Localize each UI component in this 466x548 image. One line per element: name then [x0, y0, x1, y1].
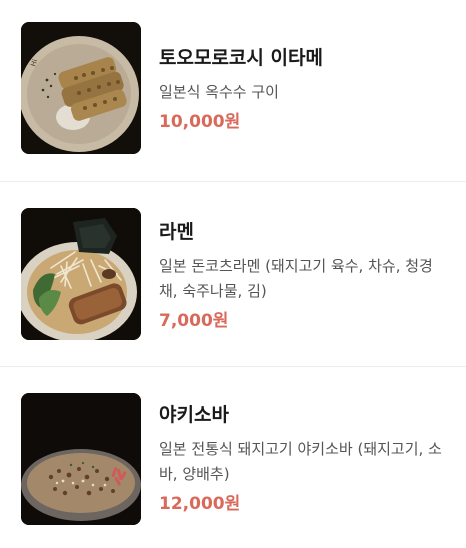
menu-item-description: 일본 돈코츠라멘 (돼지고기 육수, 차슈, 청경채, 숙주나물, 김) — [159, 257, 433, 300]
menu-item-info: 라멘 일본 돈코츠라멘 (돼지고기 육수, 차슈, 청경채, 숙주나물, 김) … — [159, 218, 448, 334]
menu-item-name: 야키소바 — [159, 404, 229, 426]
menu-item-price: 7,000원 — [159, 311, 229, 331]
menu-item-yakisoba[interactable]: 야키소바 일본 전통식 돼지고기 야키소바 (돼지고기, 소바, 양배추) 12… — [0, 367, 466, 548]
menu-item-price: 12,000원 — [159, 494, 241, 514]
menu-item-name: 라멘 — [159, 221, 194, 243]
menu-item-description: 일본 전통식 돼지고기 야키소바 (돼지고기, 소바, 양배추) — [159, 440, 442, 483]
menu-item-tomorokoshi-itame[interactable]: Hi 토오모로코시 이타메 일본식 옥수수 구이 10,000원 — [0, 0, 466, 181]
menu-item-photo: Hi — [21, 22, 141, 154]
menu-item-price: 10,000원 — [159, 112, 241, 132]
menu-item-photo — [21, 393, 141, 525]
menu-item-ramen[interactable]: 라멘 일본 돈코츠라멘 (돼지고기 육수, 차슈, 청경채, 숙주나물, 김) … — [0, 182, 466, 366]
menu-item-description: 일본식 옥수수 구이 — [159, 83, 279, 101]
menu-list: Hi 토오모로코시 이타메 일본식 옥수수 구이 10,000원 라멘 일본 돈… — [0, 0, 466, 548]
menu-item-info: 야키소바 일본 전통식 돼지고기 야키소바 (돼지고기, 소바, 양배추) 12… — [159, 401, 448, 517]
menu-item-name: 토오모로코시 이타메 — [159, 47, 323, 69]
menu-item-info: 토오모로코시 이타메 일본식 옥수수 구이 10,000원 — [159, 44, 448, 135]
menu-item-photo — [21, 208, 141, 340]
